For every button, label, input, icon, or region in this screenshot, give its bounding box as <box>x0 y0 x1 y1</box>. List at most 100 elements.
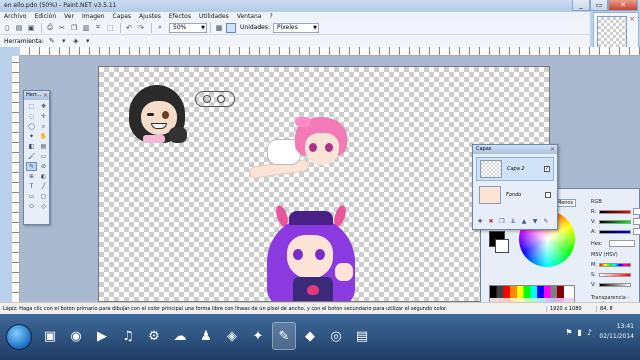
menu-utilidades[interactable]: Utilidades <box>195 12 233 21</box>
paint-bucket-tool-icon[interactable]: ◧ <box>26 142 37 151</box>
network-icon[interactable]: ▮ <box>577 328 581 337</box>
layer-properties-icon[interactable]: ✎ <box>542 218 550 226</box>
tools-window[interactable]: Herr... × ⬚ ✥ ◌ ✛ ◯ ⌕ ✦ ✋ ◧ ▤ 🖌 ▭ ✎ ⊘ ⊕ … <box>23 90 50 225</box>
print-icon[interactable]: ⎙ <box>45 23 55 33</box>
red-slider[interactable] <box>599 210 631 214</box>
open-file-icon[interactable]: ▤ <box>14 23 24 33</box>
ellipse-tool-icon[interactable]: ⬭ <box>26 202 37 211</box>
layer-visibility-checkbox[interactable]: ✓ <box>544 166 550 172</box>
app-icon[interactable]: ◎ <box>324 322 348 350</box>
pencil-tool-icon[interactable]: ✎ <box>26 162 37 171</box>
units-select[interactable]: Píxeles ▼ <box>273 22 319 33</box>
paste-icon[interactable]: ▥ <box>81 23 91 33</box>
menu-ver[interactable]: Ver <box>60 12 78 21</box>
hue-slider[interactable] <box>599 263 631 267</box>
blue-slider[interactable] <box>599 230 631 234</box>
pencil-tool-icon[interactable]: ✎ <box>47 36 57 46</box>
layers-window[interactable]: Capas × Capa 2 ✓ Fondo ✚ ✖ ❐ ⇊ ▲ ▼ ✎ <box>472 144 558 230</box>
paintbrush-tool-icon[interactable]: 🖌 <box>26 152 37 161</box>
menu-efectos[interactable]: Efectos <box>165 12 195 21</box>
color-picker-tool-icon[interactable]: ⊘ <box>38 162 49 171</box>
zoom-tool-icon[interactable]: ⌕ <box>38 122 49 131</box>
image-tab-thumbnail[interactable]: × <box>593 12 639 52</box>
menu-edicion[interactable]: Edición <box>30 12 60 21</box>
move-layer-down-icon[interactable]: ▼ <box>531 218 539 226</box>
start-button[interactable] <box>6 324 32 350</box>
clock[interactable]: 13:41 02/11/2014 <box>599 322 634 342</box>
close-button[interactable]: ✕ <box>608 0 638 11</box>
ellipse-select-tool-icon[interactable]: ◯ <box>26 122 37 131</box>
redo-icon[interactable]: ↷ <box>136 23 146 33</box>
layers-window-header[interactable]: Capas × <box>473 145 557 154</box>
move-selection-tool-icon[interactable]: ✥ <box>38 102 49 111</box>
flag-icon[interactable]: ⚑ <box>565 328 572 337</box>
copy-icon[interactable]: ❐ <box>69 23 79 33</box>
line-tool-icon[interactable]: ╱ <box>38 182 49 191</box>
paintnet-taskbar-icon[interactable]: ✎ <box>272 322 296 350</box>
green-slider[interactable] <box>599 220 631 224</box>
spotify-icon[interactable]: ♫ <box>116 322 140 350</box>
recolor-tool-icon[interactable]: ◐ <box>38 172 49 181</box>
zoom-select[interactable]: 50% ▼ <box>169 22 207 33</box>
chrome-icon[interactable]: ◉ <box>64 322 88 350</box>
saturation-slider[interactable] <box>599 273 631 277</box>
explorer-icon[interactable]: ▣ <box>38 322 62 350</box>
app-icon[interactable]: ◆ <box>298 322 322 350</box>
undo-icon[interactable]: ↶ <box>124 23 134 33</box>
clone-stamp-tool-icon[interactable]: ⊕ <box>26 172 37 181</box>
red-value-field[interactable] <box>633 208 640 215</box>
app-icon[interactable]: ◈ <box>220 322 244 350</box>
close-image-icon[interactable]: × <box>629 15 635 23</box>
close-icon[interactable]: × <box>43 91 48 100</box>
freeform-shape-tool-icon[interactable]: ◇ <box>38 202 49 211</box>
blend-mode-icon[interactable]: ◈ <box>71 36 81 46</box>
duplicate-layer-icon[interactable]: ❐ <box>498 218 506 226</box>
lasso-tool-icon[interactable]: ◌ <box>26 112 37 121</box>
gradient-tool-icon[interactable]: ▤ <box>38 142 49 151</box>
skype-icon[interactable]: ☁ <box>168 322 192 350</box>
menu-imagen[interactable]: Imagen <box>78 12 109 21</box>
hex-field[interactable] <box>609 240 635 247</box>
menu-capas[interactable]: Capas <box>109 12 135 21</box>
layer-row[interactable]: Capa 2 ✓ <box>476 157 554 181</box>
rectangle-tool-icon[interactable]: ▭ <box>26 192 37 201</box>
rulers-toggle-button[interactable] <box>226 22 236 33</box>
move-tool-icon[interactable]: ✛ <box>38 112 49 121</box>
eraser-tool-icon[interactable]: ▭ <box>38 152 49 161</box>
layer-row[interactable]: Fondo <box>476 183 554 207</box>
deselect-icon[interactable]: ⬚ <box>105 23 115 33</box>
delete-layer-icon[interactable]: ✖ <box>487 218 495 226</box>
chevron-down-icon[interactable]: ▾ <box>59 36 69 46</box>
menu-archivo[interactable]: Archivo <box>0 12 30 21</box>
merge-layer-down-icon[interactable]: ⇊ <box>509 218 517 226</box>
secondary-color-swatch[interactable] <box>495 239 509 253</box>
move-layer-up-icon[interactable]: ▲ <box>520 218 528 226</box>
crop-icon[interactable]: ⌗ <box>93 23 103 33</box>
menu-ajustes[interactable]: Ajustes <box>135 12 165 21</box>
game-icon[interactable]: ♟ <box>194 322 218 350</box>
text-tool-icon[interactable]: T <box>26 182 37 191</box>
app-icon[interactable]: ▤ <box>350 322 374 350</box>
save-icon[interactable]: ▣ <box>26 23 36 33</box>
minimize-button[interactable]: _ <box>572 0 590 11</box>
maximize-button[interactable]: ▭ <box>590 0 608 11</box>
media-player-icon[interactable]: ▶ <box>90 322 114 350</box>
chevron-down-icon[interactable]: ▾ <box>83 36 93 46</box>
cut-icon[interactable]: ✂ <box>57 23 67 33</box>
blue-value-field[interactable] <box>633 228 640 235</box>
menu-ventana[interactable]: Ventana <box>233 12 266 21</box>
value-slider[interactable] <box>599 283 631 287</box>
volume-icon[interactable]: ♪ <box>587 328 592 337</box>
menu-ayuda[interactable]: ? <box>265 12 276 21</box>
new-file-icon[interactable]: ▯ <box>2 23 12 33</box>
tools-window-header[interactable]: Herr... × <box>24 91 49 100</box>
app-icon[interactable]: ✦ <box>246 322 270 350</box>
rounded-rectangle-tool-icon[interactable]: ▢ <box>38 192 49 201</box>
rectangle-select-tool-icon[interactable]: ⬚ <box>26 102 37 111</box>
add-layer-icon[interactable]: ✚ <box>476 218 484 226</box>
close-icon[interactable]: × <box>550 145 555 154</box>
magic-wand-tool-icon[interactable]: ✦ <box>26 132 37 141</box>
grid-icon[interactable]: ▦ <box>214 23 224 33</box>
steam-icon[interactable]: ⚙ <box>142 322 166 350</box>
pan-tool-icon[interactable]: ✋ <box>38 132 49 141</box>
